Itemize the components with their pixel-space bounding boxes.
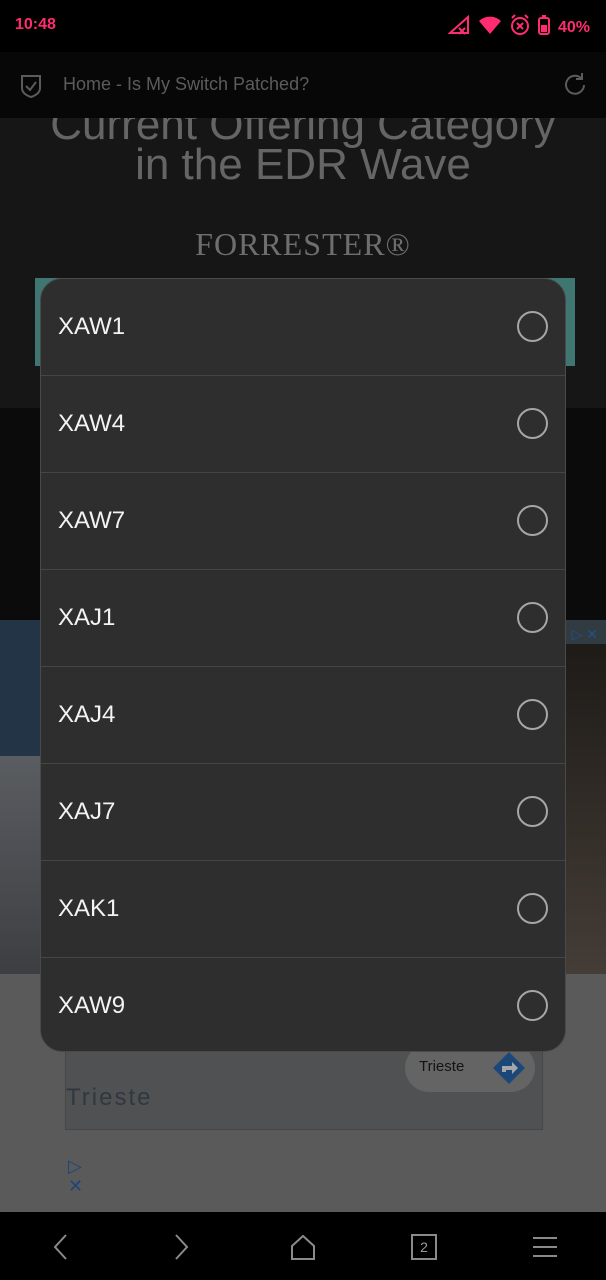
radio-button[interactable]: [517, 311, 548, 342]
tab-count: 2: [420, 1239, 428, 1255]
radio-button[interactable]: [517, 893, 548, 924]
battery-percent: 40%: [557, 18, 590, 36]
alarm-off-icon: [510, 14, 530, 41]
back-icon[interactable]: [44, 1232, 78, 1262]
status-bar: 10:48 40%: [0, 0, 606, 52]
status-icons: 40%: [447, 14, 590, 41]
no-signal-icon: [447, 14, 470, 40]
radio-button[interactable]: [517, 796, 548, 827]
option-label: XAW7: [58, 507, 126, 534]
wifi-icon: [478, 15, 502, 40]
menu-icon[interactable]: [528, 1232, 562, 1262]
battery-icon: [537, 15, 550, 40]
radio-button[interactable]: [517, 602, 548, 633]
option-xaw7[interactable]: XAW7: [41, 473, 565, 570]
radio-button[interactable]: [517, 505, 548, 536]
option-xaj4[interactable]: XAJ4: [41, 667, 565, 764]
tabs-icon[interactable]: 2: [407, 1232, 441, 1262]
radio-button[interactable]: [517, 990, 548, 1021]
radio-button[interactable]: [517, 699, 548, 730]
option-xaw9[interactable]: XAW9: [41, 958, 565, 1051]
option-xaw4[interactable]: XAW4: [41, 376, 565, 473]
option-picker-dialog: XAW1 XAW4 XAW7 XAJ1 XAJ4 XAJ7 XAK1 XAW9: [40, 278, 566, 1052]
option-xaj7[interactable]: XAJ7: [41, 764, 565, 861]
forward-icon[interactable]: [164, 1232, 198, 1262]
option-label: XAW1: [58, 313, 126, 340]
option-label: XAJ7: [58, 798, 116, 825]
option-xaw1[interactable]: XAW1: [41, 279, 565, 376]
option-label: XAJ1: [58, 604, 116, 631]
radio-button[interactable]: [517, 408, 548, 439]
option-xaj1[interactable]: XAJ1: [41, 570, 565, 667]
browser-nav-bar: 2: [0, 1212, 606, 1280]
option-label: XAW4: [58, 410, 126, 437]
option-label: XAW9: [58, 992, 126, 1019]
home-icon[interactable]: [286, 1232, 320, 1262]
status-time: 10:48: [15, 16, 56, 33]
option-label: XAJ4: [58, 701, 116, 728]
option-label: XAK1: [58, 895, 120, 922]
option-xak1[interactable]: XAK1: [41, 861, 565, 958]
